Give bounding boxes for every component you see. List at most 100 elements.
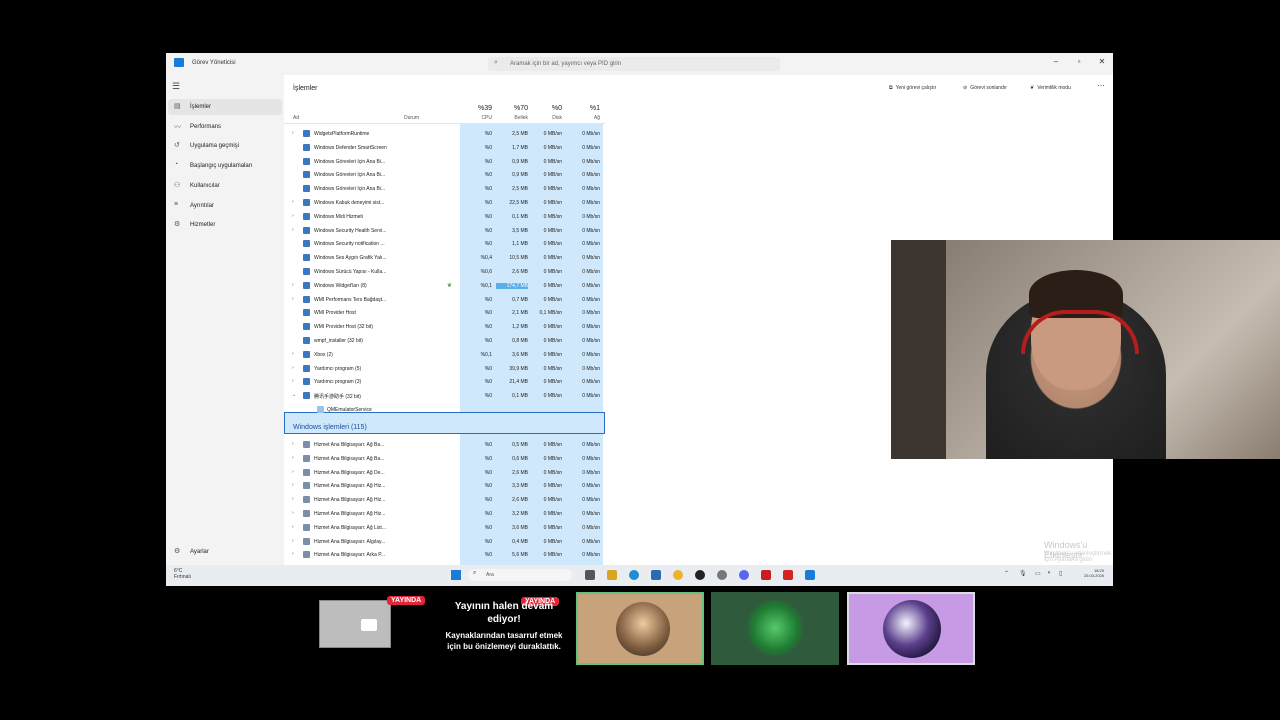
end-task-button[interactable]: ⊘ Görevi sonlandır (963, 85, 1007, 91)
chevron-right-icon[interactable]: › (292, 378, 294, 384)
start-button-icon[interactable] (451, 570, 461, 580)
chevron-up-icon[interactable]: ⌃ (1004, 570, 1009, 577)
memory-percent[interactable]: %70 (496, 105, 528, 112)
table-row[interactable]: › Hizmet Ana Bilgisayarı: Ağ Ba... %0 0,6 M… (284, 452, 605, 466)
chevron-right-icon[interactable]: › (292, 551, 294, 557)
table-row[interactable]: › Hizmet Ana Bilgisayarı: Arka P... %0 5,6 … (284, 548, 605, 562)
participant-tile-1[interactable] (576, 592, 704, 665)
battery-icon[interactable]: ▯ (1059, 570, 1062, 577)
system-clock[interactable]: 18:29 25.03.2026 (1070, 568, 1104, 578)
chevron-right-icon[interactable]: › (292, 538, 294, 544)
chevron-right-icon[interactable]: › (292, 455, 294, 461)
efficiency-mode-button[interactable]: ❦ Verimlilik modu (1030, 85, 1071, 91)
table-row[interactable]: Windows Defender SmartScreen %0 1,7 MB 0 MB… (284, 141, 605, 155)
table-row[interactable]: › WMI Performans Ters Bağdaşt... %0 0,7 MB 0… (284, 293, 605, 307)
chevron-right-icon[interactable]: › (292, 351, 294, 357)
sidebar-item-settings[interactable]: ⚙ Ayarlar (168, 544, 282, 560)
table-row[interactable]: › Hizmet Ana Bilgisayarı: Ağ De... %0 2,6 M… (284, 466, 605, 480)
github-icon[interactable] (695, 570, 705, 580)
table-row[interactable]: wmpf_installer (32 bit) %0 0,8 MB 0 MB/sn 0 … (284, 334, 605, 348)
table-row[interactable]: ⌄ 腾讯手游助手 (32 bit) %0 0,1 MB 0 MB/sn 0 Mb/sn (284, 389, 605, 403)
table-row[interactable]: › Yardımcı program (3) %0 21,4 MB 0 MB/sn 0 M… (284, 375, 605, 389)
sidebar-item-3[interactable]: ◔ Başlangıç uygulamaları (168, 158, 282, 174)
table-row[interactable]: › Hizmet Ana Bilgisayarı: Ağ Ba... %0 0,5 M… (284, 438, 605, 452)
column-name[interactable]: Ad (293, 115, 299, 121)
table-row[interactable]: › Xbox (2) %0,1 3,6 MB 0 MB/sn 0 Mb/sn (284, 348, 605, 362)
file-explorer-icon[interactable] (607, 570, 617, 580)
chevron-right-icon[interactable]: › (292, 524, 294, 530)
chevron-right-icon[interactable]: › (292, 510, 294, 516)
chevron-right-icon[interactable]: › (292, 282, 294, 288)
table-row[interactable]: Windows Görevleri İçin Ana Bi... %0 0,9 MB… (284, 168, 605, 182)
sidebar-item-1[interactable]: 〰 Performans (168, 119, 282, 135)
network-percent[interactable]: %1 (568, 105, 600, 112)
sidebar-item-5[interactable]: ≡ Ayrıntılar (168, 198, 282, 214)
participant-tile-3[interactable] (847, 592, 975, 665)
column-network[interactable]: Ağ (568, 115, 600, 121)
recorder-icon[interactable] (761, 570, 771, 580)
close-button[interactable]: ✕ (1092, 57, 1112, 66)
weather-widget[interactable]: 6°C Fırtınalı (174, 568, 191, 580)
minimize-button[interactable]: – (1046, 57, 1066, 66)
chevron-right-icon[interactable]: › (292, 130, 294, 136)
chevron-right-icon[interactable]: › (292, 441, 294, 447)
discord-icon[interactable] (739, 570, 749, 580)
volume-icon[interactable]: ◖ (1047, 570, 1051, 576)
table-row[interactable]: › Windows Kabuk deneyimi sist... %0 22,5 MB… (284, 196, 605, 210)
store-icon[interactable] (651, 570, 661, 580)
table-row[interactable]: › Hizmet Ana Bilgisayarı: Algılay... %0 0,4… (284, 535, 605, 549)
table-row[interactable]: › Hizmet Ana Bilgisayarı: Ağ Hiz... %0 3,3 … (284, 479, 605, 493)
chevron-down-icon[interactable]: ⌄ (292, 392, 296, 398)
table-row[interactable]: › Yardımcı program (5) %0 39,9 MB 0 MB/sn 0 M… (284, 362, 605, 376)
network-icon[interactable]: ▭ (1035, 570, 1041, 577)
microphone-icon[interactable]: 🎙 (1019, 570, 1027, 577)
chevron-right-icon[interactable]: › (292, 365, 294, 371)
table-row[interactable]: Windows Ses Aygıtı Grafik Yalı... %0,4 10,… (284, 251, 605, 265)
participant-tile-2[interactable] (711, 592, 839, 665)
table-row[interactable]: WMI Provider Host (32 bit) %0 1,2 MB 0 MB/s… (284, 320, 605, 334)
table-row[interactable]: WMI Provider Host %0 2,1 MB 0,1 MB/sn 0 Mb/s… (284, 306, 605, 320)
sidebar-item-0[interactable]: ▤ İşlemler (168, 99, 282, 115)
taskbar-search[interactable]: ⌕ Ara (468, 569, 572, 581)
table-row[interactable]: › Hizmet Ana Bilgisayarı: Ağ List... %0 3,6… (284, 521, 605, 535)
table-row[interactable]: Windows Görevleri İçin Ana Bi... %0 2,5 MB… (284, 182, 605, 196)
table-row[interactable]: › Windows Security Health Servi... %0 3,5 M… (284, 224, 605, 238)
media-app-icon[interactable] (783, 570, 793, 580)
more-options-button[interactable]: ⋯ (1097, 81, 1105, 90)
chevron-right-icon[interactable]: › (292, 496, 294, 502)
hamburger-menu-icon[interactable]: ☰ (172, 81, 180, 92)
search-box[interactable]: ⌕ Aramak için bir ad, yayımcı veya PID g… (488, 57, 780, 71)
column-cpu[interactable]: CPU (464, 115, 492, 121)
table-row[interactable]: › Hizmet Ana Bilgisayarı: Ağ Hiz... %0 2,6 … (284, 493, 605, 507)
column-memory[interactable]: Bellek (496, 115, 528, 121)
table-row[interactable]: › Windows Midi Hizmeti %0 0,1 MB 0 MB/sn 0 Mb… (284, 210, 605, 224)
cpu-percent[interactable]: %39 (464, 105, 492, 112)
table-row[interactable]: QMEmulatorService (284, 403, 605, 417)
chevron-right-icon[interactable]: › (292, 482, 294, 488)
chevron-right-icon[interactable]: › (292, 469, 294, 475)
sidebar-item-4[interactable]: ⚇ Kullanıcılar (168, 178, 282, 194)
table-row[interactable]: › Windows Widget'ları (8) ❦ %0,1 174,7 MB 0 M… (284, 279, 605, 293)
table-row[interactable]: Windows Görevleri İçin Ana Bi... %0 0,9 MB… (284, 155, 605, 169)
task-view-icon[interactable] (585, 570, 595, 580)
sidebar-item-6[interactable]: ⚙ Hizmetler (168, 217, 282, 233)
edge-icon[interactable] (629, 570, 639, 580)
stream-preview-screen[interactable]: YAYINDA (305, 592, 433, 665)
chevron-right-icon[interactable]: › (292, 296, 294, 302)
chevron-right-icon[interactable]: › (292, 227, 294, 233)
chevron-right-icon[interactable]: › (292, 199, 294, 205)
table-row[interactable]: Windows Sürücü Yapısı - Kulla... %0,6 2,6 … (284, 265, 605, 279)
table-row[interactable]: › Hizmet Ana Bilgisayarı: Ağ Hiz... %0 3,2 … (284, 507, 605, 521)
table-row[interactable]: › WidgetsPlatformRuntime %0 2,5 MB 0 MB/sn 0 … (284, 127, 605, 141)
disk-percent[interactable]: %0 (532, 105, 562, 112)
column-disk[interactable]: Disk (532, 115, 562, 121)
task-manager-taskbar-icon[interactable] (805, 570, 815, 580)
maximize-button[interactable]: ▫ (1069, 57, 1089, 66)
chrome-icon[interactable] (673, 570, 683, 580)
table-row[interactable]: Windows Security notification ... %0 1,1 M… (284, 237, 605, 251)
column-status[interactable]: Durum (404, 115, 419, 121)
chevron-right-icon[interactable]: › (292, 213, 294, 219)
sidebar-item-2[interactable]: ↺ Uygulama geçmişi (168, 138, 282, 154)
settings-app-icon[interactable] (717, 570, 727, 580)
run-new-task-button[interactable]: ⧉ Yeni görevi çalıştır (889, 85, 936, 91)
